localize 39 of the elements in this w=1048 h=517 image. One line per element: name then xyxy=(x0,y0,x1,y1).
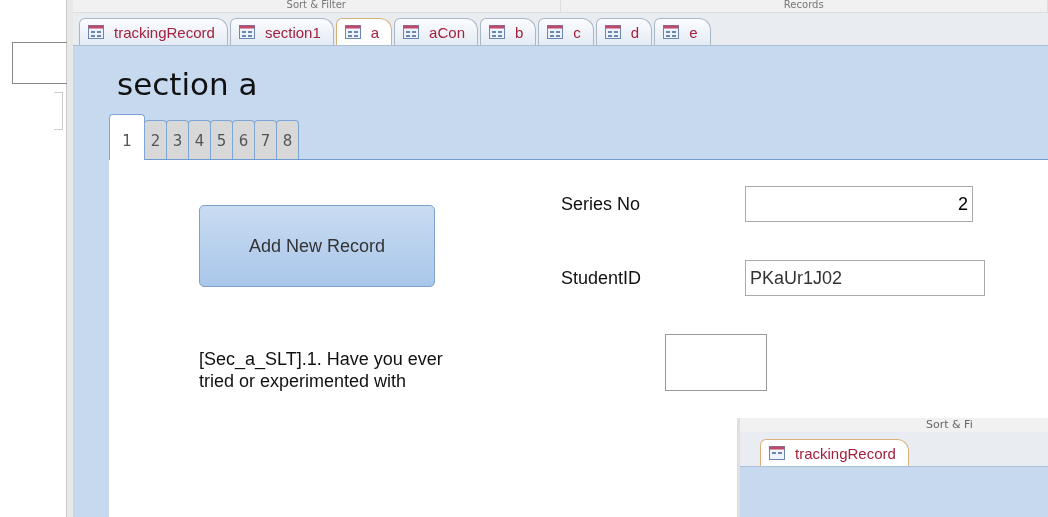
field-label: StudentID xyxy=(561,267,643,289)
question-text: [Sec_a_SLT].1. Have you ever tried or experimented with xyxy=(199,348,444,392)
document-tab[interactable]: c xyxy=(538,18,594,45)
empty-field[interactable] xyxy=(12,42,67,84)
page-tab[interactable]: 1 xyxy=(109,114,145,160)
ribbon-group-label: Sort & Filter xyxy=(286,0,346,10)
form-title: section a xyxy=(116,65,259,104)
ribbon-group-label: Records xyxy=(783,0,824,10)
add-record-button[interactable]: Add New Record xyxy=(199,205,435,287)
page-tab[interactable]: 8 xyxy=(276,120,299,159)
form-icon xyxy=(769,446,785,460)
page-tab[interactable]: 7 xyxy=(254,120,277,159)
document-tab[interactable]: section1 xyxy=(229,18,334,45)
form-icon xyxy=(403,25,420,39)
input-field[interactable]: PKaUr1J02 xyxy=(745,260,985,296)
document-tab[interactable]: trackingRecord xyxy=(79,18,228,45)
form-icon xyxy=(604,25,621,39)
form-icon xyxy=(344,25,361,39)
document-tab[interactable]: trackingRecord xyxy=(760,439,909,466)
page-tab[interactable]: 2 xyxy=(144,120,167,159)
page-tab[interactable]: 4 xyxy=(188,120,211,159)
form-icon xyxy=(88,25,104,39)
page-tab[interactable]: 6 xyxy=(232,120,255,159)
document-tab[interactable]: e xyxy=(654,18,711,45)
document-tab[interactable]: b xyxy=(479,18,537,45)
ribbon-group-label: Sort & Fi xyxy=(926,418,973,431)
document-tab[interactable]: d xyxy=(595,18,653,45)
page-tab[interactable]: 3 xyxy=(166,120,189,159)
page-tab[interactable]: 5 xyxy=(210,120,233,159)
answer-field[interactable] xyxy=(665,334,767,391)
document-tab[interactable]: a xyxy=(335,18,393,45)
document-tab[interactable]: aCon xyxy=(394,18,478,45)
input-field[interactable]: 2 xyxy=(745,186,973,222)
empty-field[interactable] xyxy=(54,92,63,130)
form-icon xyxy=(238,25,255,39)
field-label: Series No xyxy=(561,193,642,215)
form-icon xyxy=(547,25,564,39)
form-icon xyxy=(663,25,680,39)
form-icon xyxy=(488,25,505,39)
